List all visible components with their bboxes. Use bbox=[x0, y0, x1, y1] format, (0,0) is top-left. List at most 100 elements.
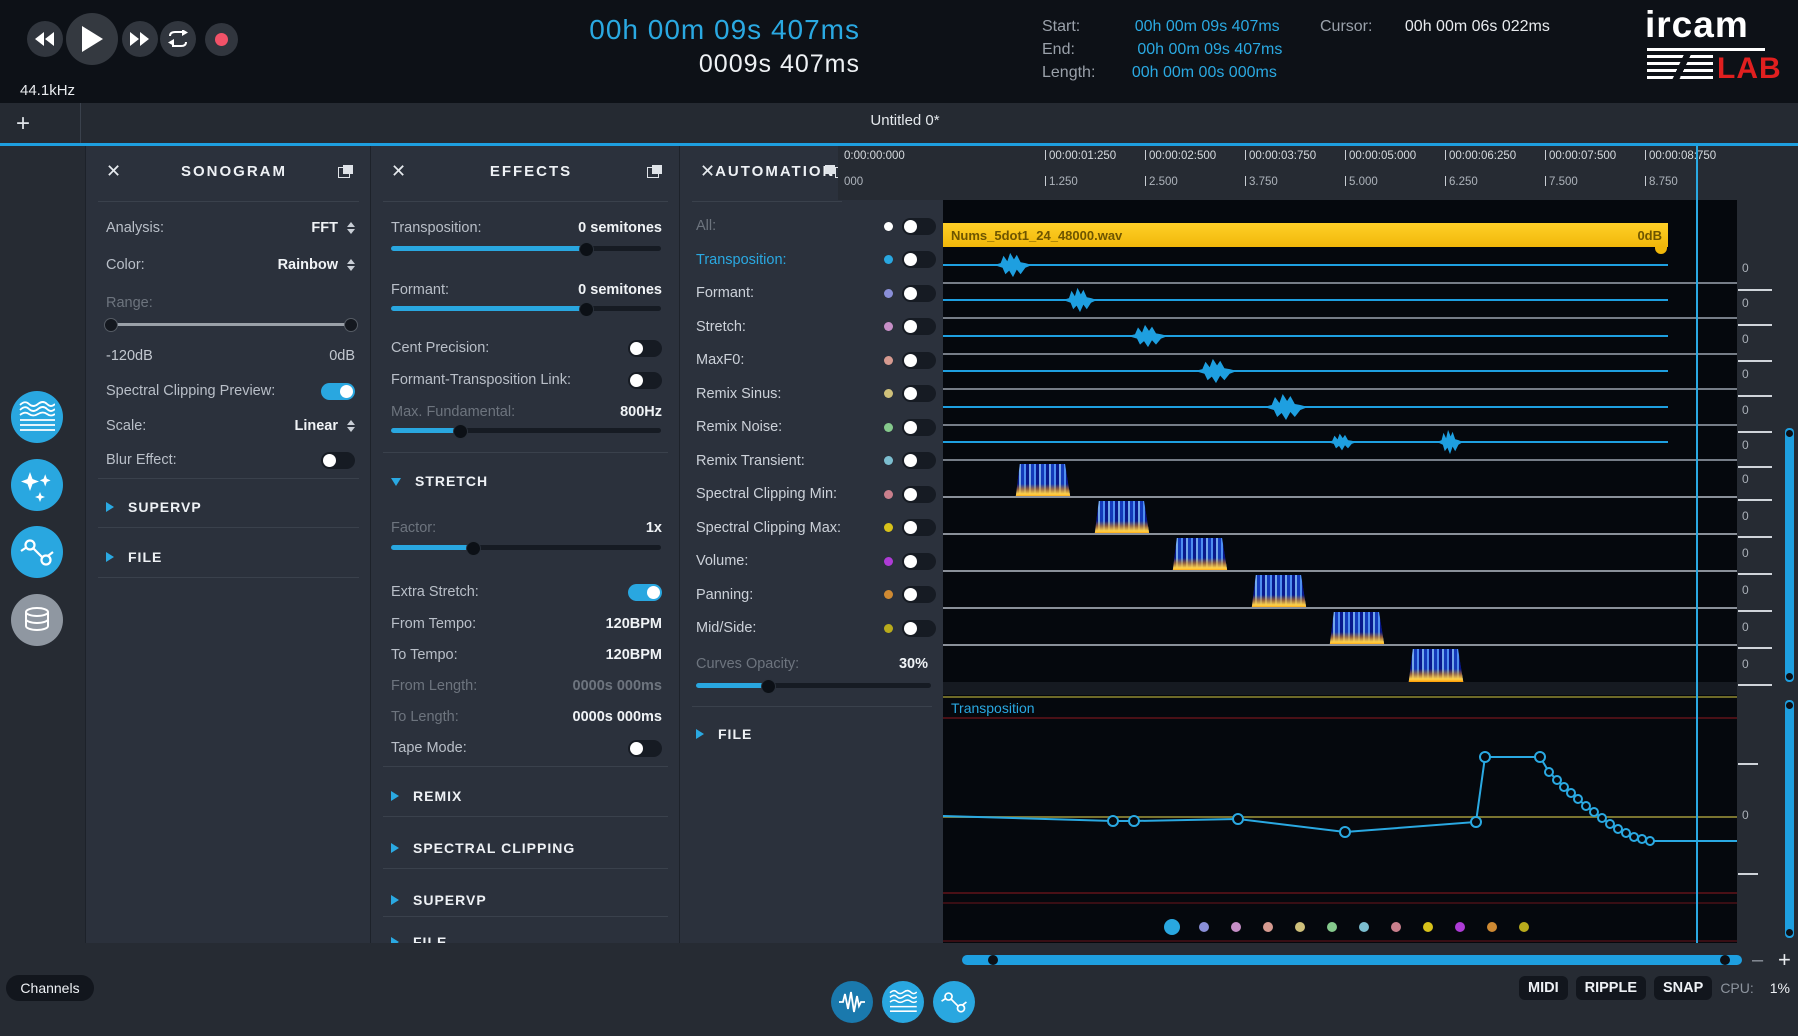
automation-node[interactable] bbox=[1233, 814, 1243, 824]
automation-select-dot[interactable] bbox=[1199, 922, 1209, 932]
automation-node[interactable] bbox=[1129, 816, 1139, 826]
zoom-in-button[interactable]: + bbox=[1778, 947, 1791, 973]
automation-node[interactable] bbox=[1535, 752, 1545, 762]
automation-node[interactable] bbox=[1574, 795, 1582, 803]
snap-button[interactable]: SNAP bbox=[1654, 976, 1712, 1000]
midi-button[interactable]: MIDI bbox=[1519, 976, 1568, 1000]
section-header[interactable]: STRETCH bbox=[415, 473, 488, 489]
curves-opacity-slider[interactable] bbox=[696, 683, 931, 688]
slider[interactable] bbox=[391, 428, 661, 433]
sidebar-automation-button[interactable] bbox=[11, 526, 63, 578]
field-value[interactable]: 0000s 000ms bbox=[573, 709, 663, 725]
field-value[interactable]: 800Hz bbox=[620, 404, 662, 420]
start-value[interactable]: 00h 00m 09s 407ms bbox=[1135, 18, 1280, 35]
automation-param-label[interactable]: Transposition: bbox=[696, 252, 787, 268]
toggle-switch[interactable] bbox=[321, 383, 355, 400]
automation-param-toggle[interactable] bbox=[902, 553, 936, 570]
automation-node[interactable] bbox=[1622, 829, 1630, 837]
audio-clip-bar[interactable]: Nums_5dot1_24_48000.wav 0dB bbox=[943, 223, 1668, 247]
automation-param-label[interactable]: Spectral Clipping Min: bbox=[696, 486, 837, 502]
automation-param-toggle[interactable] bbox=[902, 218, 936, 235]
section-header[interactable]: REMIX bbox=[413, 788, 462, 804]
field-value[interactable]: 0 semitones bbox=[578, 282, 662, 298]
channels-button[interactable]: Channels bbox=[6, 975, 94, 1001]
automation-node[interactable] bbox=[1480, 752, 1490, 762]
automation-node[interactable] bbox=[1638, 835, 1646, 843]
sonogram-gain-label[interactable]: 0 bbox=[1742, 546, 1749, 560]
automation-node[interactable] bbox=[1567, 789, 1575, 797]
section-header[interactable]: FILE bbox=[128, 549, 162, 565]
length-value[interactable]: 00h 00m 00s 000ms bbox=[1132, 64, 1277, 81]
time-display-main[interactable]: 00h 00m 09s 407ms bbox=[480, 14, 860, 46]
spectrogram-patch[interactable] bbox=[1407, 649, 1465, 682]
automation-param-label[interactable]: Mid/Side: bbox=[696, 620, 756, 636]
fast-forward-button[interactable] bbox=[122, 21, 158, 57]
automation-select-dot[interactable] bbox=[1391, 922, 1401, 932]
scroll-handle-left[interactable] bbox=[988, 955, 998, 965]
section-header[interactable]: SPECTRAL CLIPPING bbox=[413, 840, 575, 856]
toggle-switch[interactable] bbox=[321, 452, 355, 469]
field-value[interactable]: Rainbow bbox=[278, 257, 338, 273]
sonogram-gain-label[interactable]: 0 bbox=[1742, 583, 1749, 597]
sonogram-gain-label[interactable]: 0 bbox=[1742, 657, 1749, 671]
detach-panel-icon[interactable] bbox=[338, 165, 353, 178]
automation-node[interactable] bbox=[1560, 783, 1568, 791]
dropdown-arrows-icon[interactable] bbox=[347, 259, 355, 271]
end-value[interactable]: 00h 00m 09s 407ms bbox=[1137, 41, 1282, 58]
field-value[interactable]: Linear bbox=[294, 418, 338, 434]
automation-param-toggle[interactable] bbox=[902, 620, 936, 637]
clip-gain[interactable]: 0dB bbox=[1637, 228, 1662, 243]
dropdown-arrows-icon[interactable] bbox=[347, 222, 355, 234]
automation-param-label[interactable]: Formant: bbox=[696, 285, 754, 301]
lane-gain-label[interactable]: 0 bbox=[1742, 367, 1749, 381]
transposition-automation-lane[interactable] bbox=[943, 695, 1737, 943]
sonogram-gain-label[interactable]: 0 bbox=[1742, 620, 1749, 634]
chevron-right-icon[interactable] bbox=[391, 843, 399, 853]
automation-node[interactable] bbox=[1590, 808, 1598, 816]
section-header[interactable]: FILE bbox=[718, 726, 752, 742]
automation-node[interactable] bbox=[1340, 827, 1350, 837]
automation-param-label[interactable]: Remix Transient: bbox=[696, 453, 805, 469]
playhead-cursor[interactable] bbox=[1696, 146, 1698, 943]
automation-select-dot[interactable] bbox=[1359, 922, 1369, 932]
automation-param-label[interactable]: All: bbox=[696, 218, 716, 234]
lane-gain-label[interactable]: 0 bbox=[1742, 261, 1749, 275]
automation-node[interactable] bbox=[1598, 814, 1606, 822]
rewind-button[interactable] bbox=[27, 21, 63, 57]
automation-param-label[interactable]: Remix Noise: bbox=[696, 419, 782, 435]
spectrogram-patch[interactable] bbox=[1250, 575, 1308, 608]
automation-node[interactable] bbox=[1553, 776, 1561, 784]
sidebar-channels-button[interactable] bbox=[11, 594, 63, 646]
toggle-switch[interactable] bbox=[628, 372, 662, 389]
zoom-out-button[interactable]: – bbox=[1752, 949, 1763, 972]
automation-select-dot[interactable] bbox=[1423, 922, 1433, 932]
automation-select-dot[interactable] bbox=[1164, 919, 1180, 935]
automation-select-dot[interactable] bbox=[1327, 922, 1337, 932]
automation-param-label[interactable]: Remix Sinus: bbox=[696, 386, 781, 402]
field-value[interactable]: 0 semitones bbox=[578, 220, 662, 236]
spectrogram-patch[interactable] bbox=[1328, 612, 1386, 645]
automation-node[interactable] bbox=[1545, 768, 1553, 776]
dropdown-arrows-icon[interactable] bbox=[347, 420, 355, 432]
automation-select-dot[interactable] bbox=[1455, 922, 1465, 932]
chevron-right-icon[interactable] bbox=[106, 502, 114, 512]
automation-param-toggle[interactable] bbox=[902, 251, 936, 268]
spectrogram-patch[interactable] bbox=[1014, 464, 1072, 497]
ripple-button[interactable]: RIPPLE bbox=[1576, 976, 1646, 1000]
bottom-waveform-view-button[interactable] bbox=[831, 981, 873, 1023]
curves-opacity-value[interactable]: 30% bbox=[899, 656, 928, 672]
automation-param-label[interactable]: Spectral Clipping Max: bbox=[696, 520, 841, 536]
section-header[interactable]: SUPERVP bbox=[128, 499, 202, 515]
automation-node[interactable] bbox=[1646, 837, 1654, 845]
tab-untitled[interactable]: Untitled 0* bbox=[80, 112, 1730, 129]
field-value[interactable]: 120BPM bbox=[606, 647, 662, 663]
toggle-switch[interactable] bbox=[628, 584, 662, 601]
bottom-sonogram-view-button[interactable] bbox=[882, 981, 924, 1023]
automation-node[interactable] bbox=[1614, 825, 1622, 833]
timeline-ruler[interactable]: 0:00:00:00000000:00:01:2501.25000:00:02:… bbox=[838, 146, 1798, 200]
lane-gain-label[interactable]: 0 bbox=[1742, 438, 1749, 452]
automation-param-label[interactable]: Stretch: bbox=[696, 319, 746, 335]
sonogram-gain-label[interactable]: 0 bbox=[1742, 472, 1749, 486]
automation-param-toggle[interactable] bbox=[902, 285, 936, 302]
record-button[interactable] bbox=[205, 23, 238, 56]
